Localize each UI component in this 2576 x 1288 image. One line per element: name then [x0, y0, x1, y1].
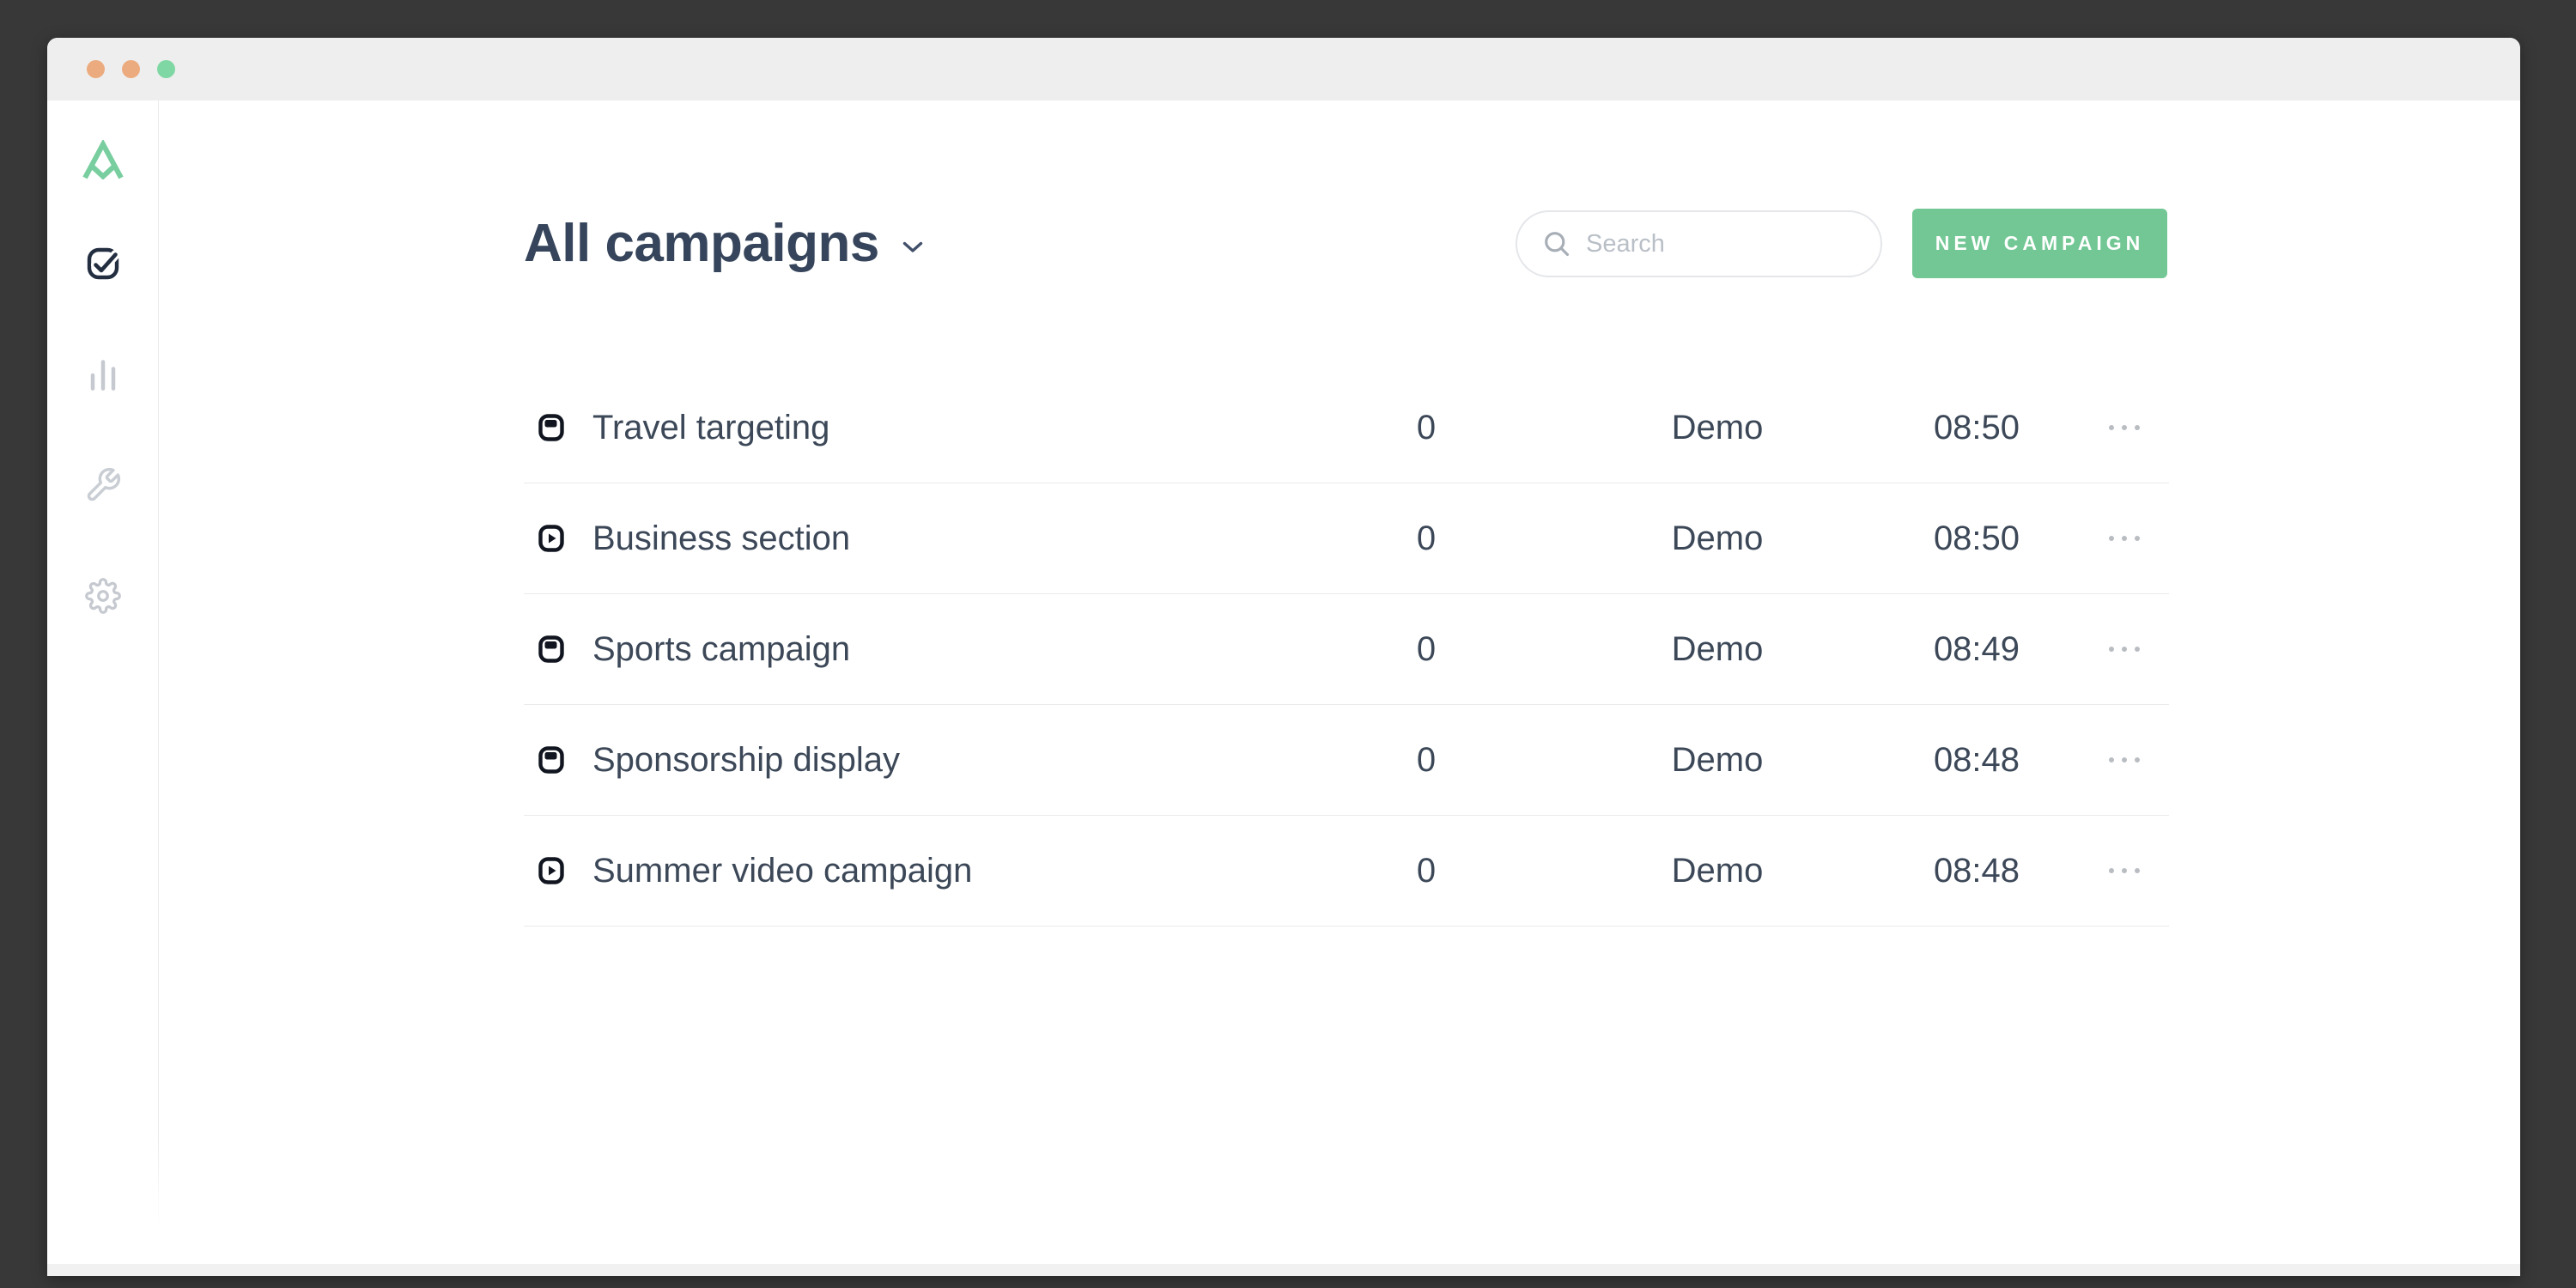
campaign-type: Demo: [1614, 594, 1820, 704]
chevron-down-icon: [902, 240, 924, 254]
campaign-time: 08:49: [1882, 594, 2071, 704]
video-ad-icon: [538, 483, 568, 593]
display-ad-icon: [538, 594, 568, 704]
minimize-window-button[interactable]: [122, 60, 140, 78]
campaign-time: 08:50: [1882, 373, 2071, 483]
sidebar-item-campaigns-active[interactable]: [47, 245, 159, 283]
display-ad-icon: [538, 373, 568, 483]
campaign-type: Demo: [1614, 373, 1820, 483]
row-menu-button[interactable]: [2086, 705, 2163, 815]
app-window: All campaigns NEW CAMPAIGN: [47, 38, 2520, 1276]
video-ad-icon: [538, 816, 568, 926]
campaign-name: Summer video campaign: [592, 816, 1279, 926]
table-row[interactable]: Summer video campaign 0 Demo 08:48: [524, 816, 2169, 927]
row-menu-button[interactable]: [2086, 594, 2163, 704]
campaign-type: Demo: [1614, 705, 1820, 815]
ellipsis-icon: [2105, 645, 2144, 653]
ellipsis-icon: [2105, 534, 2144, 543]
sidebar-item-statistics[interactable]: [47, 357, 159, 392]
desktop-background: All campaigns NEW CAMPAIGN: [0, 0, 2576, 1288]
new-campaign-button[interactable]: NEW CAMPAIGN: [1912, 209, 2167, 278]
ellipsis-icon: [2105, 866, 2144, 875]
page-title: All campaigns: [524, 213, 879, 274]
campaign-count: 0: [1375, 373, 1478, 483]
campaigns-filter-dropdown[interactable]: All campaigns: [524, 213, 924, 273]
campaign-time: 08:48: [1882, 705, 2071, 815]
campaign-name: Travel targeting: [592, 373, 1279, 483]
campaign-table: Travel targeting 0 Demo 08:50: [524, 373, 2169, 927]
sidebar-item-settings[interactable]: [47, 578, 159, 614]
table-row[interactable]: Travel targeting 0 Demo 08:50: [524, 373, 2169, 483]
campaign-type: Demo: [1614, 483, 1820, 593]
window-bottom-edge: [47, 1264, 2520, 1276]
bar-chart-icon: [87, 357, 119, 392]
sidebar-item-tools[interactable]: [47, 466, 159, 504]
table-row[interactable]: Sports campaign 0 Demo 08:49: [524, 594, 2169, 705]
campaign-name: Sports campaign: [592, 594, 1279, 704]
campaign-count: 0: [1375, 483, 1478, 593]
display-ad-icon: [538, 705, 568, 815]
row-menu-button[interactable]: [2086, 373, 2163, 483]
sidebar-item-logo[interactable]: [47, 140, 159, 179]
ellipsis-icon: [2105, 423, 2144, 432]
campaign-type: Demo: [1614, 816, 1820, 926]
wrench-icon: [84, 466, 122, 504]
close-window-button[interactable]: [87, 60, 105, 78]
new-campaign-button-label: NEW CAMPAIGN: [1935, 232, 2145, 255]
row-menu-button[interactable]: [2086, 816, 2163, 926]
campaign-time: 08:50: [1882, 483, 2071, 593]
mountain-logo-icon: [79, 140, 127, 179]
campaign-name: Business section: [592, 483, 1279, 593]
check-circle-icon: [84, 245, 122, 283]
campaign-count: 0: [1375, 705, 1478, 815]
zoom-window-button[interactable]: [157, 60, 175, 78]
search-icon: [1541, 228, 1572, 259]
campaign-time: 08:48: [1882, 816, 2071, 926]
search-box: [1516, 210, 1882, 277]
ellipsis-icon: [2105, 756, 2144, 764]
row-menu-button[interactable]: [2086, 483, 2163, 593]
campaign-count: 0: [1375, 816, 1478, 926]
gear-icon: [85, 578, 121, 614]
window-titlebar: [47, 38, 2520, 100]
table-row[interactable]: Business section 0 Demo 08:50: [524, 483, 2169, 594]
table-row[interactable]: Sponsorship display 0 Demo 08:48: [524, 705, 2169, 816]
campaign-name: Sponsorship display: [592, 705, 1279, 815]
search-input[interactable]: [1572, 230, 1847, 258]
campaign-count: 0: [1375, 594, 1478, 704]
